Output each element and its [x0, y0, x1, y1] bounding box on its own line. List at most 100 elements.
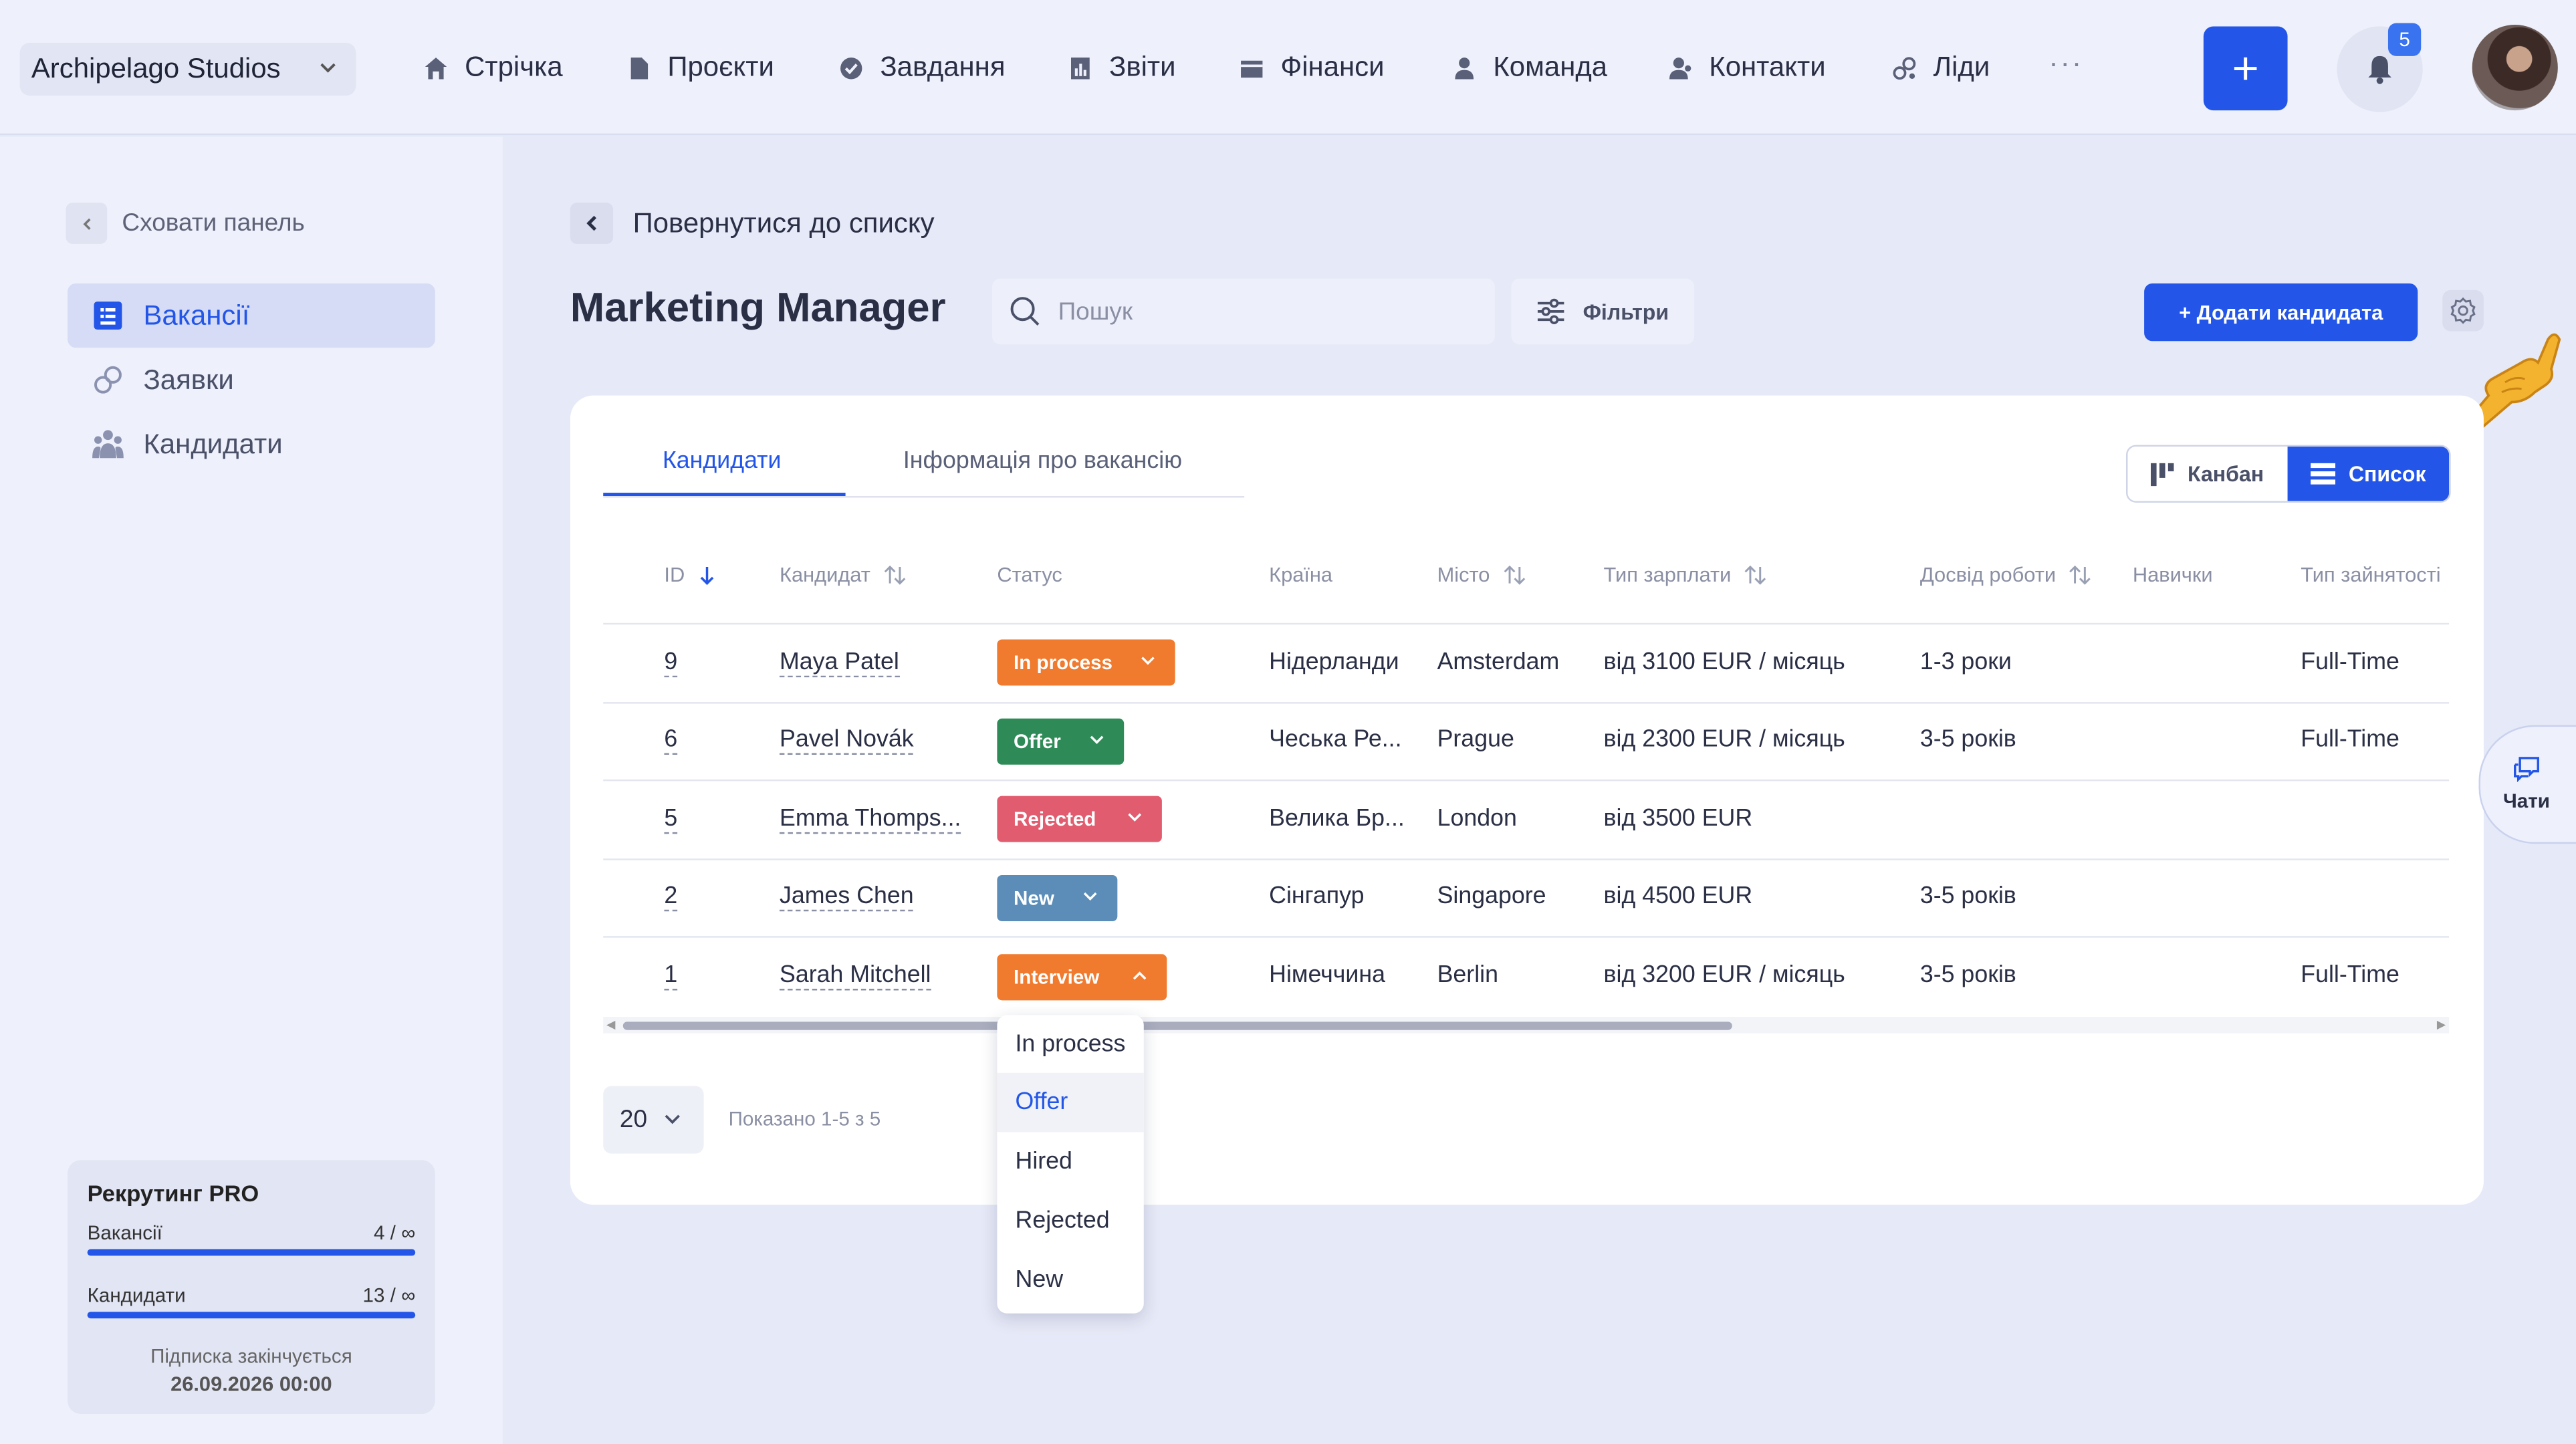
column-header-id[interactable]: ID	[664, 564, 714, 587]
status-option[interactable]: Rejected	[997, 1191, 1143, 1251]
chevron-up-icon	[1133, 971, 1147, 980]
tab-candidates[interactable]: Кандидати	[663, 449, 782, 475]
nav-item-tasks[interactable]: Завдання	[839, 49, 1006, 86]
avatar[interactable]	[2472, 24, 2558, 111]
chevron-down-icon	[1083, 892, 1097, 901]
quick-add-button[interactable]: +	[2203, 26, 2288, 111]
nav-item-leads[interactable]: Ліди	[1892, 49, 1990, 86]
column-header-experience[interactable]: Досвід роботи	[1920, 564, 2092, 587]
cell-id[interactable]: 9	[664, 649, 678, 678]
kanban-view-button[interactable]: Канбан	[2127, 447, 2288, 501]
nav-label: Фінанси	[1280, 51, 1385, 83]
nav-label: Контакти	[1709, 51, 1826, 83]
cell-salary: від 4500 EUR	[1603, 883, 1753, 910]
people-icon	[92, 430, 124, 459]
chevron-down-icon	[1090, 735, 1104, 744]
settings-button[interactable]	[2442, 289, 2484, 332]
top-bar: Archipelago Studios Стрічка Проєкти Завд…	[0, 0, 2576, 136]
cell-country: Німеччина	[1269, 962, 1385, 989]
hide-panel-button[interactable]: Сховати панель	[66, 203, 305, 244]
column-header-city[interactable]: Місто	[1437, 564, 1526, 587]
view-toggle: Канбан Список	[2125, 445, 2451, 503]
sort-icon	[1745, 565, 1767, 585]
cell-id[interactable]: 2	[664, 883, 678, 912]
cell-salary: від 2300 EUR / місяць	[1603, 727, 1845, 753]
status-dropdown[interactable]: New	[997, 874, 1118, 921]
more-icon[interactable]: ···	[2048, 46, 2083, 81]
pagination-summary: Показано 1-5 з 5	[728, 1107, 881, 1131]
sidebar-item-vacancies[interactable]: Вакансії	[68, 283, 435, 348]
status-dropdown[interactable]: Offer	[997, 718, 1125, 765]
status-label: Offer	[1014, 730, 1061, 753]
add-candidate-button[interactable]: + Додати кандидата	[2144, 283, 2418, 342]
cell-id[interactable]: 6	[664, 727, 678, 755]
workspace-switcher[interactable]: Archipelago Studios	[19, 43, 356, 96]
search-input[interactable]	[1058, 297, 1454, 326]
back-to-list-button[interactable]: Повернутися до списку	[570, 203, 935, 244]
chats-button[interactable]: Чати	[2478, 725, 2576, 844]
scroll-right-icon[interactable]: ▶	[2437, 1018, 2446, 1032]
cell-id[interactable]: 1	[664, 963, 678, 991]
cell-candidate-link[interactable]: Sarah Mitchell	[779, 963, 931, 991]
column-header-label: Статус	[997, 564, 1062, 587]
column-header-label: Тип зарплати	[1603, 564, 1732, 587]
status-option[interactable]: In process	[997, 1015, 1143, 1075]
check-circle-icon	[840, 56, 862, 79]
per-page-value: 20	[619, 1106, 648, 1134]
nav-item-finance[interactable]: Фінанси	[1240, 49, 1385, 86]
status-dropdown[interactable]: In process	[997, 639, 1175, 686]
sidebar: Сховати панель Вакансії Заявки Кандидати…	[0, 136, 503, 1444]
column-header-label: Кандидат	[779, 564, 870, 587]
cell-city: London	[1437, 806, 1517, 832]
column-header-label: Навички	[2132, 564, 2213, 587]
horizontal-scrollbar[interactable]: ◀ ▶	[603, 1016, 2450, 1034]
status-dropdown-menu: In process Offer Hired Rejected New	[997, 1015, 1144, 1314]
cell-candidate-link[interactable]: James Chen	[779, 883, 914, 912]
sidebar-item-candidates[interactable]: Кандидати	[68, 412, 435, 476]
page-title: Marketing Manager	[570, 285, 946, 332]
nav-item-feed[interactable]: Стрічка	[424, 49, 563, 86]
column-header-employment-type: Тип зайнятості	[2301, 564, 2449, 587]
plan-vacancies-bar	[87, 1249, 416, 1256]
cell-candidate-link[interactable]: Maya Patel	[779, 649, 899, 678]
status-option[interactable]: Offer	[997, 1072, 1144, 1132]
cell-candidate-link[interactable]: Pavel Novák	[779, 727, 914, 755]
filters-button[interactable]: Фільтри	[1511, 278, 1695, 345]
plan-vacancies-label: Вакансії	[87, 1221, 162, 1245]
notification-count-badge: 5	[2387, 23, 2422, 56]
nav-item-projects[interactable]: Проєкти	[626, 49, 774, 86]
status-option[interactable]: Hired	[997, 1132, 1143, 1192]
list-view-button[interactable]: Список	[2287, 447, 2450, 501]
workspace-name: Archipelago Studios	[31, 52, 281, 84]
scrollbar-thumb[interactable]	[622, 1021, 1732, 1030]
sort-icon	[2070, 565, 2091, 585]
column-header-candidate[interactable]: Кандидат	[780, 564, 907, 587]
sort-icon	[884, 565, 906, 585]
sidebar-item-label: Вакансії	[143, 299, 250, 331]
divider	[603, 702, 2450, 704]
scroll-left-icon[interactable]: ◀	[606, 1018, 615, 1032]
tab-vacancy-info[interactable]: Інформація про вакансію	[903, 449, 1182, 475]
list-doc-icon	[94, 302, 122, 330]
cell-id[interactable]: 5	[664, 806, 678, 834]
cell-salary: від 3200 EUR / місяць	[1603, 962, 1845, 989]
search-box[interactable]	[991, 278, 1495, 345]
status-option[interactable]: New	[997, 1251, 1143, 1310]
nav-item-contacts[interactable]: Контакти	[1668, 49, 1826, 86]
status-dropdown[interactable]: Interview	[997, 954, 1167, 1001]
column-header-label: Тип зайнятості	[2301, 564, 2441, 587]
plan-expires-date: 26.09.2026 00:00	[170, 1372, 332, 1396]
nav-item-team[interactable]: Команда	[1452, 49, 1607, 86]
nav-item-reports[interactable]: Звіти	[1068, 49, 1176, 86]
column-header-salary-type[interactable]: Тип зарплати	[1604, 564, 1768, 587]
per-page-select[interactable]: 20	[603, 1086, 704, 1154]
cell-candidate-link[interactable]: Emma Thomps...	[779, 806, 961, 834]
status-dropdown[interactable]: Rejected	[997, 796, 1162, 842]
divider	[603, 936, 2450, 938]
sort-icon	[1504, 565, 1526, 585]
filters-label: Фільтри	[1583, 299, 1669, 324]
sidebar-item-applications[interactable]: Заявки	[68, 348, 435, 412]
kanban-label: Канбан	[2188, 461, 2264, 487]
plan-candidates-value: 13 / ∞	[362, 1284, 416, 1307]
nav-label: Звіти	[1109, 51, 1176, 83]
